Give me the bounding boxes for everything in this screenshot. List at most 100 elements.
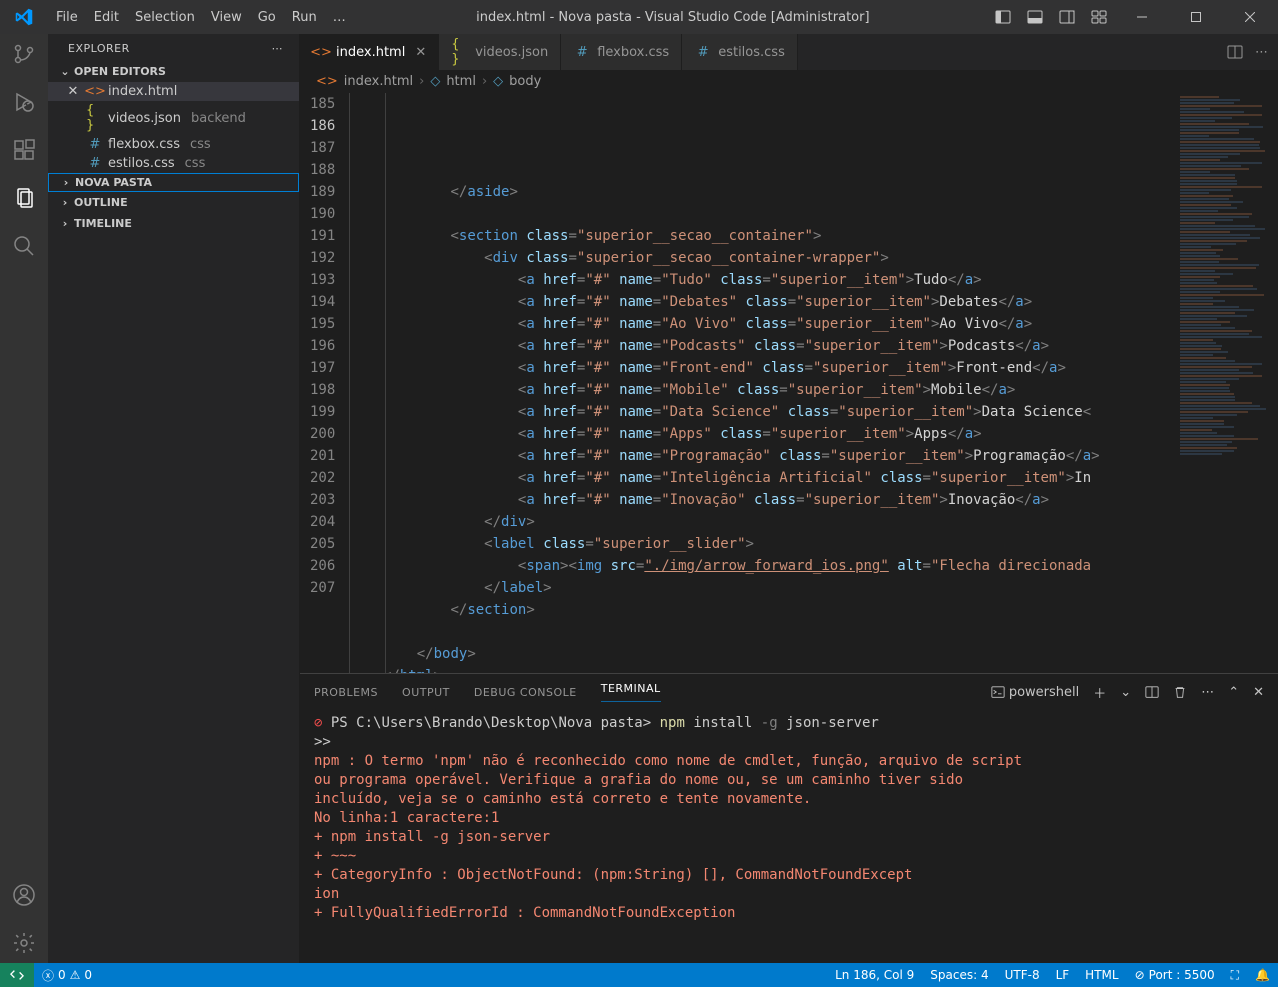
status-line-col[interactable]: Ln 186, Col 9 bbox=[827, 968, 922, 983]
file-icon: # bbox=[86, 137, 104, 152]
symbol-icon: ◇ bbox=[493, 74, 503, 89]
code-editor[interactable]: 1851861871881891901911921931941951961971… bbox=[300, 93, 1278, 673]
file-icon: <> bbox=[316, 74, 338, 89]
editor-tab[interactable]: #estilos.css bbox=[682, 34, 798, 70]
search-icon[interactable] bbox=[12, 234, 36, 258]
panel-tab-output[interactable]: OUTPUT bbox=[402, 686, 450, 699]
line-gutter: 1851861871881891901911921931941951961971… bbox=[300, 93, 349, 673]
window-title: index.html - Nova pasta - Visual Studio … bbox=[354, 10, 992, 25]
settings-gear-icon[interactable] bbox=[12, 931, 36, 955]
minimize-button[interactable] bbox=[1120, 0, 1164, 34]
panel-tab-problems[interactable]: PROBLEMS bbox=[314, 686, 378, 699]
editor-tab[interactable]: #flexbox.css bbox=[561, 34, 682, 70]
status-bell-icon[interactable]: 🔔 bbox=[1247, 968, 1278, 983]
code-content[interactable]: </aside> <section class="superior__secao… bbox=[349, 93, 1178, 673]
more-actions-icon[interactable]: ⋯ bbox=[1255, 45, 1268, 60]
editor-tab[interactable]: { }videos.json bbox=[439, 34, 561, 70]
close-editor-icon[interactable]: ✕ bbox=[64, 84, 82, 99]
file-icon: # bbox=[694, 45, 712, 60]
terminal-content[interactable]: ⊘ PS C:\Users\Brando\Desktop\Nova pasta>… bbox=[300, 710, 1278, 963]
breadcrumb[interactable]: <> index.html › ◇ html › ◇ body bbox=[300, 70, 1278, 93]
file-name: flexbox.css bbox=[108, 137, 180, 152]
menu-selection[interactable]: Selection bbox=[127, 6, 203, 29]
activity-bar bbox=[0, 34, 48, 963]
close-panel-icon[interactable]: ✕ bbox=[1253, 685, 1264, 700]
explorer-sidebar: EXPLORER ⋯ ⌄ OPEN EDITORS ✕<>index.html{… bbox=[48, 34, 300, 963]
open-editor-item[interactable]: # flexbox.css css bbox=[48, 135, 299, 154]
menu-more[interactable]: … bbox=[325, 6, 354, 29]
source-control-icon[interactable] bbox=[12, 42, 36, 66]
run-and-debug-icon[interactable] bbox=[12, 90, 36, 114]
outline-section[interactable]: › OUTLINE bbox=[48, 192, 299, 213]
file-path-hint: backend bbox=[191, 111, 246, 126]
breadcrumb-body[interactable]: body bbox=[509, 74, 541, 89]
maximize-button[interactable] bbox=[1174, 0, 1218, 34]
open-editor-item[interactable]: # estilos.css css bbox=[48, 154, 299, 173]
editor-group: <>index.html✕{ }videos.json#flexbox.css#… bbox=[300, 34, 1278, 963]
editor-tabs: <>index.html✕{ }videos.json#flexbox.css#… bbox=[300, 34, 1278, 70]
breadcrumb-html[interactable]: html bbox=[446, 74, 476, 89]
panel-tab-bar: PROBLEMS OUTPUT DEBUG CONSOLE TERMINAL p… bbox=[300, 674, 1278, 710]
chevron-right-icon: › bbox=[56, 196, 74, 209]
timeline-section[interactable]: › TIMELINE bbox=[48, 213, 299, 234]
close-button[interactable] bbox=[1228, 0, 1272, 34]
status-encoding[interactable]: UTF-8 bbox=[997, 968, 1048, 983]
chevron-right-icon: › bbox=[57, 176, 75, 189]
error-dot-icon: ⊘ bbox=[314, 715, 322, 731]
status-errors[interactable]: ⓧ0 ⚠0 bbox=[34, 967, 100, 984]
explorer-title: EXPLORER bbox=[68, 42, 130, 55]
close-tab-icon[interactable]: ✕ bbox=[415, 45, 426, 60]
chevron-down-icon: ⌄ bbox=[56, 65, 74, 78]
kill-terminal-icon[interactable] bbox=[1173, 685, 1187, 699]
open-editor-item[interactable]: { }videos.jsonbackend bbox=[48, 101, 299, 135]
file-icon: <> bbox=[312, 45, 330, 60]
bottom-panel: PROBLEMS OUTPUT DEBUG CONSOLE TERMINAL p… bbox=[300, 673, 1278, 963]
status-spaces[interactable]: Spaces: 4 bbox=[922, 968, 996, 983]
status-live-server[interactable]: ⊘ Port : 5500 bbox=[1127, 968, 1223, 983]
chevron-right-icon: › bbox=[419, 74, 424, 89]
main-layout: EXPLORER ⋯ ⌄ OPEN EDITORS ✕ <> index.html {… bbox=[0, 34, 1278, 963]
new-terminal-icon[interactable]: ＋ bbox=[1093, 683, 1106, 702]
menu-file[interactable]: File bbox=[48, 6, 86, 29]
panel-tab-debug[interactable]: DEBUG CONSOLE bbox=[474, 686, 577, 699]
file-icon: <> bbox=[86, 84, 104, 99]
explorer-more-icon[interactable]: ⋯ bbox=[272, 42, 284, 55]
split-editor-icon[interactable] bbox=[1227, 44, 1243, 60]
status-eol[interactable]: LF bbox=[1048, 968, 1078, 983]
toggle-panel-icon[interactable] bbox=[1024, 6, 1046, 28]
menu-go[interactable]: Go bbox=[250, 6, 284, 29]
folder-section[interactable]: › NOVA PASTA bbox=[48, 173, 299, 192]
status-feedback-icon[interactable]: ⛶ bbox=[1223, 968, 1247, 983]
file-icon: # bbox=[86, 156, 104, 171]
terminal-dropdown-icon[interactable]: ⌄ bbox=[1120, 685, 1131, 700]
extensions-icon[interactable] bbox=[12, 138, 36, 162]
remote-indicator[interactable] bbox=[0, 963, 34, 987]
toggle-primary-sidebar-icon[interactable] bbox=[992, 6, 1014, 28]
status-language[interactable]: HTML bbox=[1077, 968, 1126, 983]
title-bar: File Edit Selection View Go Run … index.… bbox=[0, 0, 1278, 34]
file-name: estilos.css bbox=[108, 156, 175, 171]
customize-layout-icon[interactable] bbox=[1088, 6, 1110, 28]
minimap[interactable] bbox=[1178, 93, 1278, 673]
maximize-panel-icon[interactable]: ⌃ bbox=[1228, 685, 1239, 700]
tab-label: videos.json bbox=[475, 45, 548, 60]
explorer-icon[interactable] bbox=[12, 186, 36, 210]
toggle-secondary-sidebar-icon[interactable] bbox=[1056, 6, 1078, 28]
terminal-shell-label[interactable]: powershell bbox=[991, 685, 1080, 700]
file-path-hint: css bbox=[190, 137, 211, 152]
editor-tab[interactable]: <>index.html✕ bbox=[300, 34, 439, 70]
accounts-icon[interactable] bbox=[12, 883, 36, 907]
chevron-right-icon: › bbox=[482, 74, 487, 89]
menu-edit[interactable]: Edit bbox=[86, 6, 127, 29]
panel-more-icon[interactable]: ⋯ bbox=[1201, 685, 1214, 700]
breadcrumb-file[interactable]: index.html bbox=[344, 74, 413, 89]
open-editor-item[interactable]: ✕<>index.html bbox=[48, 82, 299, 101]
menu-run[interactable]: Run bbox=[284, 6, 325, 29]
file-path-hint: css bbox=[185, 156, 206, 171]
split-terminal-icon[interactable] bbox=[1145, 685, 1159, 699]
vscode-logo-icon bbox=[0, 8, 48, 26]
file-icon: { } bbox=[86, 103, 104, 133]
panel-tab-terminal[interactable]: TERMINAL bbox=[601, 682, 661, 702]
open-editors-section[interactable]: ⌄ OPEN EDITORS bbox=[48, 61, 299, 82]
menu-view[interactable]: View bbox=[203, 6, 250, 29]
